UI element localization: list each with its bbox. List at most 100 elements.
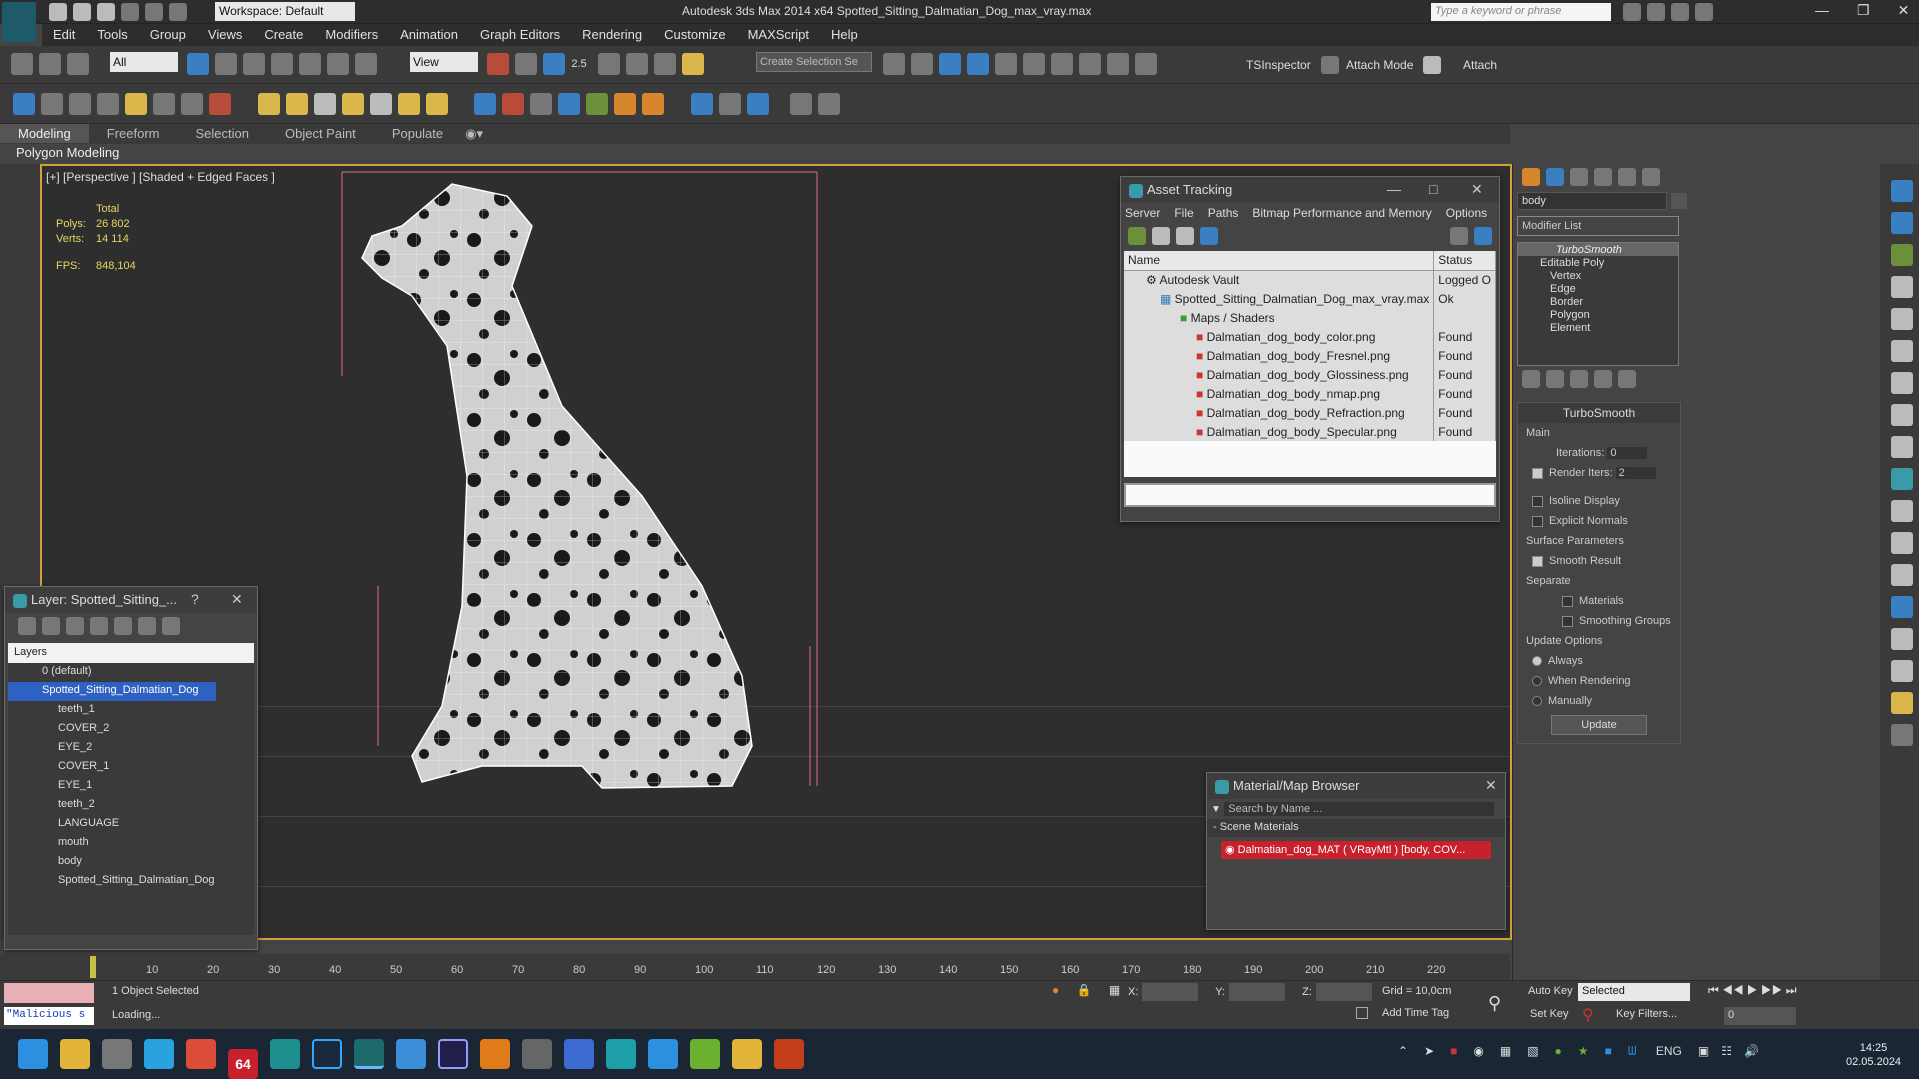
- strip-tool-8-icon[interactable]: [1891, 403, 1913, 426]
- render-farm-icon[interactable]: [747, 93, 770, 115]
- layer-object[interactable]: LANGUAGE: [8, 815, 254, 834]
- menu-graph-editors[interactable]: Graph Editors: [469, 24, 571, 42]
- telegram-icon[interactable]: [144, 1039, 174, 1069]
- close-icon[interactable]: ✕: [1471, 181, 1483, 198]
- language-indicator[interactable]: ENG: [1656, 1044, 1682, 1058]
- render-production-icon[interactable]: [1135, 53, 1157, 75]
- strip-tool-5-icon[interactable]: [1891, 307, 1913, 330]
- tray-app7-icon[interactable]: ■: [1605, 1044, 1612, 1058]
- file-explorer-icon[interactable]: [60, 1039, 90, 1069]
- attach-label[interactable]: Attach: [1463, 58, 1497, 72]
- utorrent-icon[interactable]: [690, 1039, 720, 1069]
- selection-filter-dropdown[interactable]: All: [110, 52, 178, 72]
- menu-help[interactable]: Help: [820, 24, 869, 42]
- ribbon-tab-populate[interactable]: Populate: [374, 124, 461, 143]
- guilded-icon[interactable]: [480, 1039, 510, 1069]
- strip-tool-6-icon[interactable]: [1891, 339, 1913, 362]
- vray-proxy-icon[interactable]: [209, 93, 231, 115]
- create-tab-icon[interactable]: [1522, 168, 1540, 186]
- tray-app4-icon[interactable]: ▧: [1527, 1044, 1538, 1058]
- notepad-icon[interactable]: [396, 1039, 426, 1069]
- edit-named-sets-icon[interactable]: [682, 53, 705, 75]
- make-unique-icon[interactable]: [1570, 370, 1588, 388]
- menu-edit[interactable]: Edit: [42, 24, 86, 42]
- object-color-swatch[interactable]: [1671, 192, 1687, 209]
- vray-settings-icon[interactable]: [97, 93, 119, 115]
- col-name-header[interactable]: Name: [1124, 251, 1435, 271]
- task-view-icon[interactable]: [102, 1039, 132, 1069]
- sphere-render-icon[interactable]: [691, 93, 714, 115]
- menu-customize[interactable]: Customize: [653, 24, 736, 42]
- show-end-result-icon[interactable]: [1546, 370, 1564, 388]
- move-icon[interactable]: [299, 53, 321, 75]
- tray-app3-icon[interactable]: ▦: [1500, 1044, 1511, 1058]
- thumbnail-view-icon[interactable]: [1176, 227, 1194, 245]
- scene-materials-header[interactable]: - Scene Materials: [1207, 819, 1505, 837]
- vray-fur-icon[interactable]: [341, 93, 364, 115]
- maxscript-listener[interactable]: [4, 983, 94, 1003]
- play-icon[interactable]: ▶: [1747, 983, 1758, 997]
- vray-material-icon[interactable]: [69, 93, 91, 115]
- new-file-icon[interactable]: [49, 3, 67, 21]
- stack-element[interactable]: Element: [1518, 321, 1678, 334]
- save-icon[interactable]: [97, 3, 115, 21]
- strip-tool-11-icon[interactable]: [1891, 499, 1913, 522]
- attach-mode-label[interactable]: Attach Mode: [1346, 58, 1413, 72]
- material-browser-titlebar[interactable]: Material/Map Browser ✕: [1207, 773, 1505, 799]
- strip-tool-1-icon[interactable]: [1891, 179, 1913, 202]
- vray-scene-converter-icon[interactable]: [181, 93, 203, 115]
- strip-tool-12-icon[interactable]: [1891, 531, 1913, 554]
- vray-sky-icon[interactable]: [425, 93, 448, 115]
- vray-plane-icon[interactable]: [257, 93, 280, 115]
- plant-icon[interactable]: [586, 93, 609, 115]
- current-frame-field[interactable]: 0: [1724, 1007, 1796, 1025]
- modify-tab-icon[interactable]: [1546, 168, 1564, 186]
- tray-chevron-icon[interactable]: ⌃: [1398, 1044, 1408, 1058]
- render-iters-spinner[interactable]: 2: [1615, 467, 1656, 479]
- volume-icon[interactable]: 🔊: [1744, 1044, 1759, 1058]
- chrome-icon[interactable]: [186, 1039, 216, 1069]
- pin-stack-icon[interactable]: [1522, 370, 1540, 388]
- strip-tool-4-icon[interactable]: [1891, 275, 1913, 298]
- select-manipulate-icon[interactable]: [515, 53, 537, 75]
- utilities-tab-icon[interactable]: [1642, 168, 1660, 186]
- filter-dropdown-icon[interactable]: ▼: [1211, 804, 1221, 815]
- rect-selection-icon[interactable]: [243, 53, 265, 75]
- freeze-layers-icon[interactable]: [162, 617, 180, 635]
- vray-sphere-icon[interactable]: [313, 93, 336, 115]
- add-time-tag-icon[interactable]: [1356, 1007, 1368, 1019]
- globe-icon[interactable]: [558, 93, 581, 115]
- tray-app5-icon[interactable]: ●: [1555, 1044, 1562, 1058]
- help-search-input[interactable]: Type a keyword or phrase: [1431, 3, 1611, 21]
- table-row[interactable]: ■ Dalmatian_dog_body_Glossiness.png Found: [1124, 365, 1496, 384]
- rollout-title[interactable]: TurboSmooth: [1518, 403, 1680, 423]
- strip-tool-2-icon[interactable]: [1891, 211, 1913, 234]
- close-icon[interactable]: ✕: [1485, 777, 1497, 794]
- pivot-icon[interactable]: [487, 53, 509, 75]
- ribbon-tab-modeling[interactable]: Modeling: [0, 124, 89, 143]
- menu-tools[interactable]: Tools: [86, 24, 138, 42]
- strip-tool-9-icon[interactable]: [1891, 435, 1913, 458]
- next-frame-icon[interactable]: ▶▶: [1761, 983, 1782, 997]
- menu-views[interactable]: Views: [197, 24, 253, 42]
- reference-coord-dropdown[interactable]: View: [410, 52, 478, 72]
- tsinspector-label[interactable]: TSInspector: [1246, 58, 1311, 72]
- strip-tool-13-icon[interactable]: [1891, 563, 1913, 586]
- menu-paths[interactable]: Paths: [1208, 206, 1239, 220]
- explicit-normals-checkbox[interactable]: [1532, 515, 1543, 527]
- menu-maxscript[interactable]: MAXScript: [737, 24, 820, 42]
- layer-object[interactable]: teeth_2: [8, 796, 254, 815]
- clock[interactable]: 14:25 02.05.2024: [1846, 1041, 1901, 1069]
- display-tab-icon[interactable]: [1618, 168, 1636, 186]
- ornatrix-icon[interactable]: [642, 93, 665, 115]
- strip-tool-16-icon[interactable]: [1891, 659, 1913, 682]
- stack-polygon[interactable]: Polygon: [1518, 308, 1678, 321]
- ribbon-subtitle[interactable]: Polygon Modeling: [16, 145, 119, 160]
- layer-item[interactable]: 0 (default): [8, 663, 254, 682]
- start-icon[interactable]: [18, 1039, 48, 1069]
- schematic-view-icon[interactable]: [1023, 53, 1045, 75]
- refresh-icon[interactable]: [1128, 227, 1146, 245]
- table-row[interactable]: ■ Dalmatian_dog_body_Fresnel.png Found: [1124, 346, 1496, 365]
- vray-frame-buffer-icon[interactable]: [13, 93, 35, 115]
- asset-path-field[interactable]: [1124, 483, 1496, 507]
